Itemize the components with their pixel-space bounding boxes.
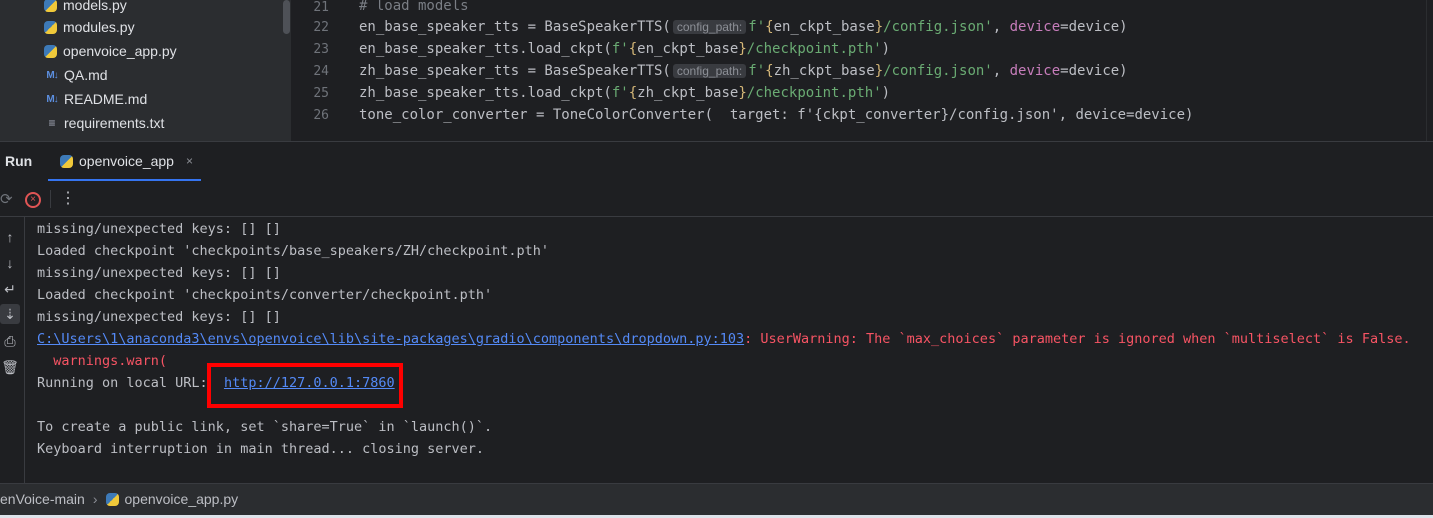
tree-item-modules-py[interactable]: modules.py — [44, 15, 135, 39]
warning-message: : UserWarning: The `max_choices` paramet… — [744, 331, 1411, 347]
breadcrumb-separator: › — [92, 491, 98, 507]
console-warning-line: C:\Users\1\anaconda3\envs\openvoice\lib\… — [37, 331, 1411, 347]
run-tab-label: openvoice_app — [79, 153, 174, 169]
run-tab-openvoice-app[interactable]: openvoice_app × — [48, 142, 201, 180]
soft-wrap-icon[interactable]: ↵ — [0, 279, 20, 299]
run-console[interactable]: missing/unexpected keys: [] [] Loaded ch… — [25, 217, 1433, 483]
run-toolbar: ⟳ × ⋮ — [0, 182, 1433, 217]
editor-scrollbar[interactable] — [1426, 0, 1427, 141]
console-warning-call: warnings.warn( — [37, 353, 168, 369]
code-line: zh_base_speaker_tts = BaseSpeakerTTS(con… — [359, 63, 1128, 79]
tree-item-qa-md[interactable]: M↓ QA.md — [44, 63, 108, 87]
python-file-icon — [44, 20, 57, 34]
scroll-down-icon[interactable]: ↓ — [0, 253, 20, 273]
markdown-file-icon: M↓ — [46, 69, 58, 81]
breadcrumb-file[interactable]: openvoice_app.py — [125, 491, 239, 507]
text-file-icon: ≡ — [48, 116, 56, 130]
markdown-file-icon: M↓ — [46, 93, 58, 105]
python-file-icon — [60, 154, 73, 168]
line-number: 25 — [313, 86, 329, 101]
inlay-hint: config_path: — [672, 64, 747, 78]
toolbar-separator — [50, 190, 51, 208]
tree-item-label: models.py — [63, 0, 127, 13]
project-tree: models.py modules.py openvoice_app.py M↓… — [0, 0, 291, 141]
active-tab-indicator — [48, 179, 201, 181]
run-tool-window-header: Run openvoice_app × — [0, 142, 1433, 180]
code-line: en_base_speaker_tts = BaseSpeakerTTS(con… — [359, 19, 1128, 35]
line-number: 24 — [313, 64, 329, 79]
tree-item-label: QA.md — [64, 67, 108, 83]
code-line: tone_color_converter = ToneColorConverte… — [359, 107, 1194, 123]
console-line: missing/unexpected keys: [] [] — [37, 221, 281, 237]
tree-scrollbar[interactable] — [283, 0, 290, 34]
print-icon[interactable]: ⎙ — [0, 331, 20, 351]
tree-item-label: README.md — [64, 91, 148, 107]
breadcrumb-project[interactable]: enVoice-main — [0, 491, 85, 507]
line-number: 22 — [313, 20, 329, 35]
console-line: Loaded checkpoint 'checkpoints/converter… — [37, 287, 493, 303]
warning-file-link[interactable]: C:\Users\1\anaconda3\envs\openvoice\lib\… — [37, 331, 744, 347]
console-line: Keyboard interruption in main thread... … — [37, 441, 485, 457]
line-number: 26 — [313, 108, 329, 123]
tree-item-label: requirements.txt — [64, 115, 165, 131]
inlay-hint: config_path: — [672, 20, 747, 34]
line-number: 23 — [313, 42, 329, 57]
python-file-icon — [105, 492, 119, 506]
run-panel-title: Run — [5, 153, 33, 169]
python-file-icon — [44, 44, 57, 58]
code-editor[interactable]: 21 # load models 22 en_base_speaker_tts … — [291, 0, 1433, 141]
console-line: To create a public link, set `share=True… — [37, 419, 493, 435]
python-file-icon — [44, 0, 57, 12]
close-icon[interactable]: × — [186, 154, 193, 168]
tree-item-requirements-txt[interactable]: ≡ requirements.txt — [44, 111, 164, 135]
console-line: missing/unexpected keys: [] [] — [37, 265, 281, 281]
code-line: zh_base_speaker_tts.load_ckpt(f'{zh_ckpt… — [359, 85, 891, 101]
code-line: en_base_speaker_tts.load_ckpt(f'{en_ckpt… — [359, 41, 891, 57]
scroll-up-icon[interactable]: ↑ — [0, 227, 20, 247]
status-bar: enVoice-main › openvoice_app.py — [0, 483, 1433, 518]
line-number: 21 — [313, 0, 329, 15]
console-line: Loaded checkpoint 'checkpoints/base_spea… — [37, 243, 550, 259]
url-highlight-box — [207, 363, 403, 408]
scroll-to-end-icon[interactable]: ⇣ — [0, 304, 20, 324]
rerun-icon[interactable]: ⟳ — [0, 190, 14, 208]
console-line: missing/unexpected keys: [] [] — [37, 309, 281, 325]
tree-item-readme-md[interactable]: M↓ README.md — [44, 87, 147, 111]
stop-icon[interactable]: × — [25, 192, 41, 208]
tree-item-label: openvoice_app.py — [63, 43, 177, 59]
code-line: # load models — [359, 0, 469, 14]
console-side-toolbar: ↑ ↓ ↵ ⇣ ⎙ 🗑 — [0, 217, 25, 483]
breadcrumb: enVoice-main › openvoice_app.py — [0, 491, 238, 507]
clear-all-icon[interactable]: 🗑 — [0, 357, 20, 377]
tree-item-openvoice-app-py[interactable]: openvoice_app.py — [44, 39, 177, 63]
more-options-icon[interactable]: ⋮ — [60, 188, 76, 208]
tree-item-label: modules.py — [63, 19, 135, 35]
